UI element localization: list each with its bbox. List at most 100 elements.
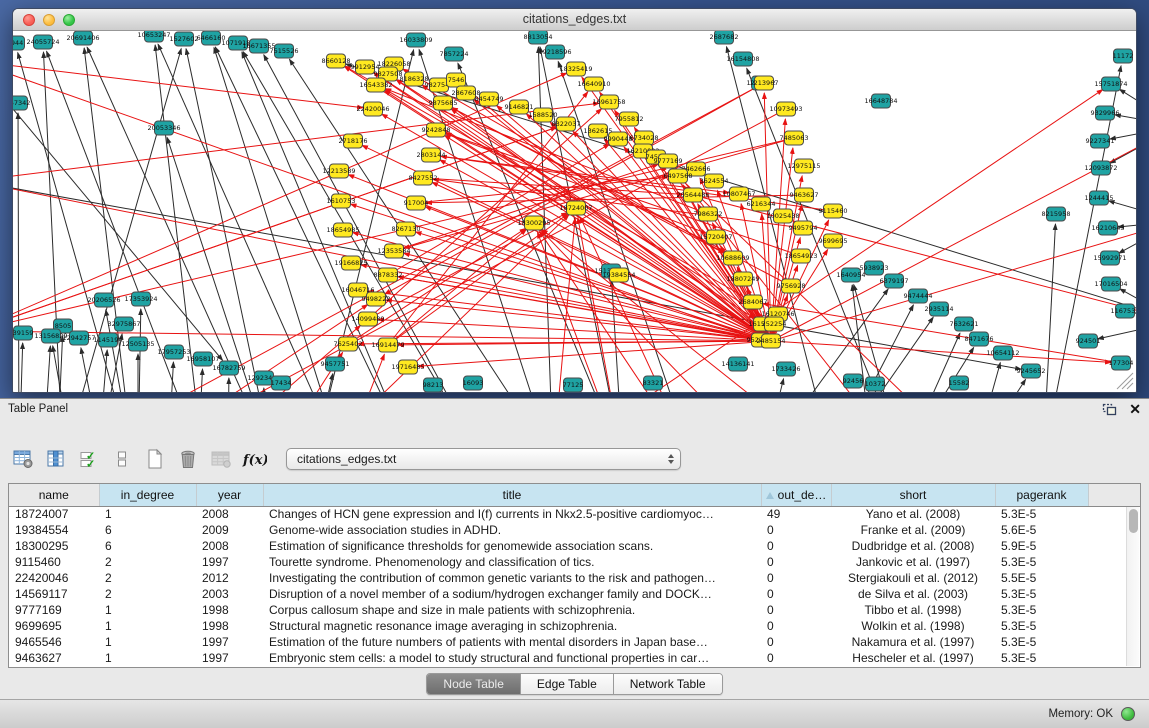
cell-name[interactable]: 9465546 — [9, 634, 99, 650]
scrollbar-thumb[interactable] — [1129, 509, 1138, 533]
cell-out_de…[interactable]: 0 — [761, 522, 831, 538]
graph-node[interactable]: 19716485 — [391, 360, 424, 374]
cell-name[interactable]: 14569117 — [9, 586, 99, 602]
graph-node[interactable]: 14136141 — [721, 357, 754, 371]
graph-node[interactable]: 92456 — [843, 374, 864, 388]
graph-node[interactable]: 83321 — [643, 376, 664, 390]
cell-in_degree[interactable]: 2 — [99, 570, 196, 586]
cell-out_de…[interactable]: 0 — [761, 570, 831, 586]
graph-node[interactable]: 16914479 — [371, 338, 404, 352]
network-graph[interactable]: 8944240557242069140610653247152760264661… — [13, 31, 1136, 393]
cell-pagerank[interactable]: 5.5E-5 — [995, 570, 1088, 586]
graph-node[interactable]: 9242848 — [422, 123, 451, 137]
column-header-year[interactable]: year — [196, 484, 263, 506]
graph-node[interactable]: 16640910 — [577, 77, 610, 91]
graph-node[interactable]: 39159 — [13, 326, 33, 340]
graph-node[interactable]: 9699695 — [819, 234, 848, 248]
column-header-in_degree[interactable]: in_degree — [99, 484, 196, 506]
cell-short[interactable]: Wolkin et al. (1998) — [831, 618, 995, 634]
cell-name[interactable]: 22420046 — [9, 570, 99, 586]
cell-out_de…[interactable]: 0 — [761, 618, 831, 634]
cell-in_degree[interactable]: 6 — [99, 538, 196, 554]
cell-short[interactable]: Franke et al. (2009) — [831, 522, 995, 538]
graph-node[interactable]: 17353924 — [124, 292, 157, 306]
cell-short[interactable]: Tibbo et al. (1998) — [831, 602, 995, 618]
cell-pagerank[interactable]: 5.3E-5 — [995, 506, 1088, 522]
cell-year[interactable]: 1998 — [196, 602, 263, 618]
graph-node[interactable]: 10973493 — [769, 102, 802, 116]
graph-node[interactable]: 924501 — [1076, 334, 1101, 348]
cell-title[interactable]: Investigating the contribution of common… — [263, 570, 761, 586]
column-header-name[interactable]: name — [9, 484, 99, 506]
cell-in_degree[interactable]: 2 — [99, 586, 196, 602]
cell-name[interactable]: 9463627 — [9, 650, 99, 666]
cell-out_de…[interactable]: 0 — [761, 586, 831, 602]
graph-node[interactable]: 19218596 — [538, 45, 571, 59]
graph-node[interactable]: 7955812 — [615, 112, 644, 126]
cell-name[interactable]: 9699695 — [9, 618, 99, 634]
float-window-icon[interactable] — [1102, 403, 1117, 416]
graph-node[interactable]: 16033809 — [399, 33, 432, 47]
graph-node[interactable]: 9329966 — [1091, 106, 1120, 120]
table-row[interactable]: 946554611997Estimation of the future num… — [9, 634, 1140, 650]
graph-node[interactable]: 18654985 — [326, 223, 359, 237]
graph-node[interactable]: 19384554 — [602, 268, 635, 282]
cell-title[interactable]: Estimation of the future numbers of pati… — [263, 634, 761, 650]
cell-in_degree[interactable]: 1 — [99, 650, 196, 666]
cell-name[interactable]: 19384554 — [9, 522, 99, 538]
graph-node[interactable]: 9457751 — [321, 357, 350, 371]
graph-node[interactable]: 15751874 — [1094, 77, 1127, 91]
column-header-out_de…[interactable]: out_de… — [761, 484, 831, 506]
graph-node[interactable]: 15582 — [949, 376, 970, 390]
graph-node[interactable]: 7857224 — [440, 47, 469, 61]
table-row[interactable]: 969969511998Structural magnetic resonanc… — [9, 618, 1140, 634]
graph-node[interactable]: 1244415 — [1085, 191, 1114, 205]
cell-in_degree[interactable]: 1 — [99, 602, 196, 618]
cell-out_de…[interactable]: 0 — [761, 650, 831, 666]
graph-node[interactable]: 1527602 — [170, 32, 199, 46]
show-columns-button[interactable] — [43, 446, 69, 472]
cell-name[interactable]: 18300295 — [9, 538, 99, 554]
graph-node[interactable]: 17434 — [271, 376, 292, 390]
table-row[interactable]: 911546021997Tourette syndrome. Phenomeno… — [9, 554, 1140, 570]
cell-year[interactable]: 1998 — [196, 618, 263, 634]
cell-year[interactable]: 1997 — [196, 554, 263, 570]
cell-pagerank[interactable]: 5.3E-5 — [995, 602, 1088, 618]
graph-node[interactable]: 16782759 — [212, 361, 245, 375]
graph-node[interactable]: 8660128 — [322, 54, 351, 68]
graph-node[interactable]: 10807467 — [722, 187, 755, 201]
graph-node[interactable]: 7625402 — [334, 337, 363, 351]
cell-year[interactable]: 2009 — [196, 522, 263, 538]
graph-node[interactable]: 16648784 — [864, 94, 897, 108]
graph-node[interactable]: 10653247 — [137, 31, 170, 42]
column-header-pagerank[interactable]: pagerank — [995, 484, 1088, 506]
graph-node[interactable]: 20206526 — [87, 293, 120, 307]
cell-in_degree[interactable]: 1 — [99, 506, 196, 522]
graph-node[interactable]: 2687682 — [710, 31, 739, 44]
graph-node[interactable]: 24055724 — [26, 35, 59, 49]
cell-pagerank[interactable]: 5.6E-5 — [995, 522, 1088, 538]
cell-pagerank[interactable]: 5.3E-5 — [995, 634, 1088, 650]
table-row[interactable]: 1456911722003Disruption of a novel membe… — [9, 586, 1140, 602]
cell-title[interactable]: Changes of HCN gene expression and I(f) … — [263, 506, 761, 522]
graph-node[interactable]: 98213 — [423, 378, 444, 392]
cell-name[interactable]: 9777169 — [9, 602, 99, 618]
graph-node[interactable]: 1145194 — [94, 333, 123, 347]
column-header-short[interactable]: short — [831, 484, 995, 506]
network-canvas[interactable]: 8944240557242069140610653247152760264661… — [13, 31, 1136, 393]
graph-node[interactable]: 16093 — [463, 376, 484, 390]
cell-title[interactable]: Estimation of significance thresholds fo… — [263, 538, 761, 554]
cell-year[interactable]: 2012 — [196, 570, 263, 586]
graph-node[interactable]: 252254 — [762, 317, 787, 331]
select-rows-button[interactable]: ✓ ✓ — [76, 446, 102, 472]
cell-title[interactable]: Disruption of a novel member of a sodium… — [263, 586, 761, 602]
graph-node[interactable]: 19166825 — [334, 256, 367, 270]
cell-title[interactable]: Structural magnetic resonance image aver… — [263, 618, 761, 634]
cell-short[interactable]: Nakamura et al. (1997) — [831, 634, 995, 650]
resize-grip-icon[interactable] — [1127, 383, 1133, 389]
graph-node[interactable]: 9227341 — [1086, 134, 1115, 148]
graph-node[interactable]: 9990448 — [604, 132, 633, 146]
graph-node[interactable]: 157342 — [13, 96, 30, 110]
table-selector-dropdown[interactable]: citations_edges.txt — [286, 448, 681, 470]
cell-pagerank[interactable]: 5.3E-5 — [995, 618, 1088, 634]
